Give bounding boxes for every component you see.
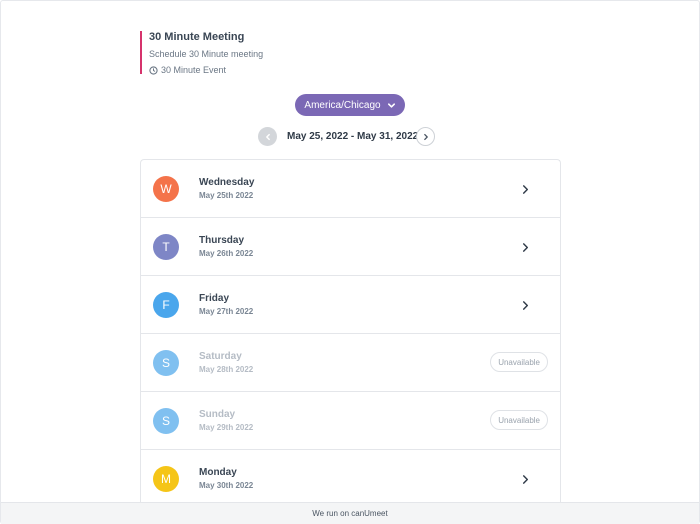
event-info: 30 Minute Meeting Schedule 30 Minute mee…	[140, 31, 264, 76]
day-date: May 25th 2022	[199, 191, 254, 200]
clock-icon	[149, 66, 158, 75]
day-name: Friday	[199, 293, 230, 304]
day-name: Sunday	[199, 409, 236, 420]
day-name: Monday	[199, 467, 237, 478]
chevron-right-icon[interactable]	[521, 300, 530, 311]
date-navigation: May 25, 2022 - May 31, 2022	[258, 127, 438, 147]
day-row[interactable]: M Monday May 30th 2022	[141, 450, 560, 505]
day-avatar: F	[153, 292, 179, 318]
day-row[interactable]: T Thursday May 26th 2022	[141, 218, 560, 276]
date-range-label: May 25, 2022 - May 31, 2022	[287, 131, 419, 142]
day-date: May 27th 2022	[199, 307, 254, 316]
day-avatar: S	[153, 350, 179, 376]
day-date: May 28th 2022	[199, 365, 254, 374]
day-row[interactable]: W Wednesday May 25th 2022	[141, 160, 560, 218]
day-avatar: W	[153, 176, 179, 202]
day-date: May 29th 2022	[199, 423, 254, 432]
day-row[interactable]: F Friday May 27th 2022	[141, 276, 560, 334]
day-avatar: T	[153, 234, 179, 260]
day-name: Saturday	[199, 351, 242, 362]
unavailable-badge: Unavailable	[490, 410, 548, 430]
event-title: 30 Minute Meeting	[149, 31, 245, 43]
day-avatar: M	[153, 466, 179, 492]
unavailable-badge: Unavailable	[490, 352, 548, 372]
day-list: W Wednesday May 25th 2022 T Thursday May 26th…	[140, 159, 561, 505]
footer-text: We run on canUmeet	[312, 509, 388, 518]
day-avatar: S	[153, 408, 179, 434]
chevron-left-icon	[265, 133, 270, 140]
chevron-down-icon	[387, 102, 395, 108]
day-name: Thursday	[199, 235, 245, 246]
chevron-right-icon[interactable]	[521, 184, 530, 195]
chevron-right-icon	[423, 133, 428, 140]
event-subtitle: Schedule 30 Minute meeting	[149, 49, 264, 59]
footer: We run on canUmeet	[1, 502, 699, 524]
day-name: Wednesday	[199, 177, 255, 188]
day-date: May 26th 2022	[199, 249, 254, 258]
chevron-right-icon[interactable]	[521, 474, 530, 485]
timezone-label: America/Chicago	[304, 99, 381, 111]
prev-week-button[interactable]	[258, 127, 277, 146]
day-date: May 30th 2022	[199, 481, 254, 490]
event-duration: 30 Minute Event	[149, 65, 263, 76]
chevron-right-icon[interactable]	[521, 242, 530, 253]
day-row: S Saturday May 28th 2022 Unavailable	[141, 334, 560, 392]
timezone-selector[interactable]: America/Chicago	[295, 94, 405, 116]
day-row: S Sunday May 29th 2022 Unavailable	[141, 392, 560, 450]
event-duration-label: 30 Minute Event	[161, 65, 227, 75]
next-week-button[interactable]	[416, 127, 435, 146]
